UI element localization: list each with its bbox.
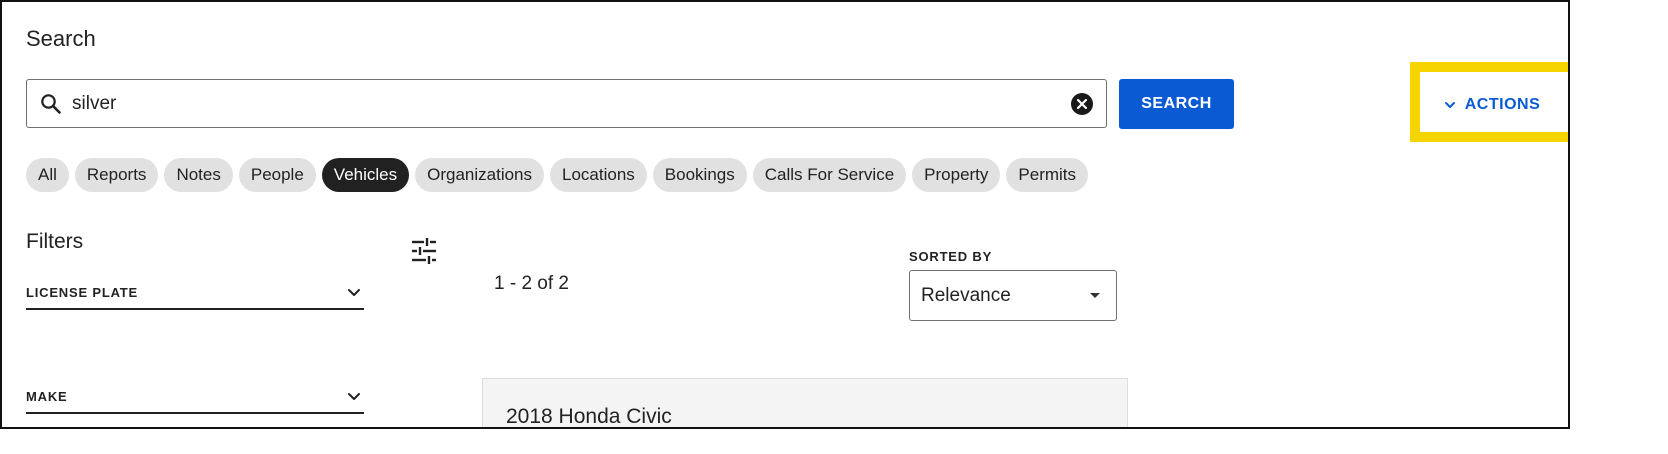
result-card[interactable]: 2018 Honda Civic — [482, 378, 1128, 428]
filter-label: MAKE — [26, 388, 68, 404]
search-icon — [41, 94, 61, 114]
result-card-title: 2018 Honda Civic — [506, 405, 672, 428]
filter-license-plate[interactable]: LICENSE PLATE — [26, 276, 364, 310]
chip-calls-for-service[interactable]: Calls For Service — [752, 158, 907, 192]
caret-down-icon — [1090, 293, 1100, 298]
app-frame: Search silver SEARCH ACTIONS All Reports… — [0, 0, 1570, 429]
tune-filters-icon[interactable] — [410, 237, 438, 265]
filter-label: LICENSE PLATE — [26, 284, 139, 300]
chip-vehicles[interactable]: Vehicles — [321, 158, 410, 192]
chevron-down-icon — [348, 289, 360, 296]
chevron-down-icon — [1444, 102, 1455, 108]
sorted-by-label: SORTED BY — [909, 249, 993, 264]
search-button[interactable]: SEARCH — [1119, 79, 1234, 129]
chip-people[interactable]: People — [238, 158, 316, 192]
chip-property[interactable]: Property — [912, 158, 1001, 192]
chevron-down-icon — [348, 393, 360, 400]
chip-permits[interactable]: Permits — [1006, 158, 1089, 192]
chip-all[interactable]: All — [26, 158, 69, 192]
filters-title: Filters — [26, 230, 84, 253]
page-title: Search — [26, 26, 96, 51]
chip-locations[interactable]: Locations — [550, 158, 647, 192]
chip-notes[interactable]: Notes — [164, 158, 233, 192]
chip-organizations[interactable]: Organizations — [415, 158, 545, 192]
filter-make[interactable]: MAKE — [26, 380, 364, 414]
close-circle-icon[interactable] — [1070, 92, 1094, 116]
category-chips: All Reports Notes People Vehicles Organi… — [26, 158, 1089, 192]
actions-button[interactable]: ACTIONS — [1434, 82, 1549, 128]
search-input[interactable]: silver — [26, 79, 1107, 128]
actions-button-label: ACTIONS — [1464, 96, 1541, 113]
search-input-value[interactable]: silver — [72, 93, 116, 115]
sort-select[interactable]: Relevance — [909, 270, 1117, 321]
chip-reports[interactable]: Reports — [74, 158, 159, 192]
sort-select-value: Relevance — [921, 285, 1011, 306]
result-count: 1 - 2 of 2 — [494, 273, 569, 294]
chip-bookings[interactable]: Bookings — [652, 158, 747, 192]
